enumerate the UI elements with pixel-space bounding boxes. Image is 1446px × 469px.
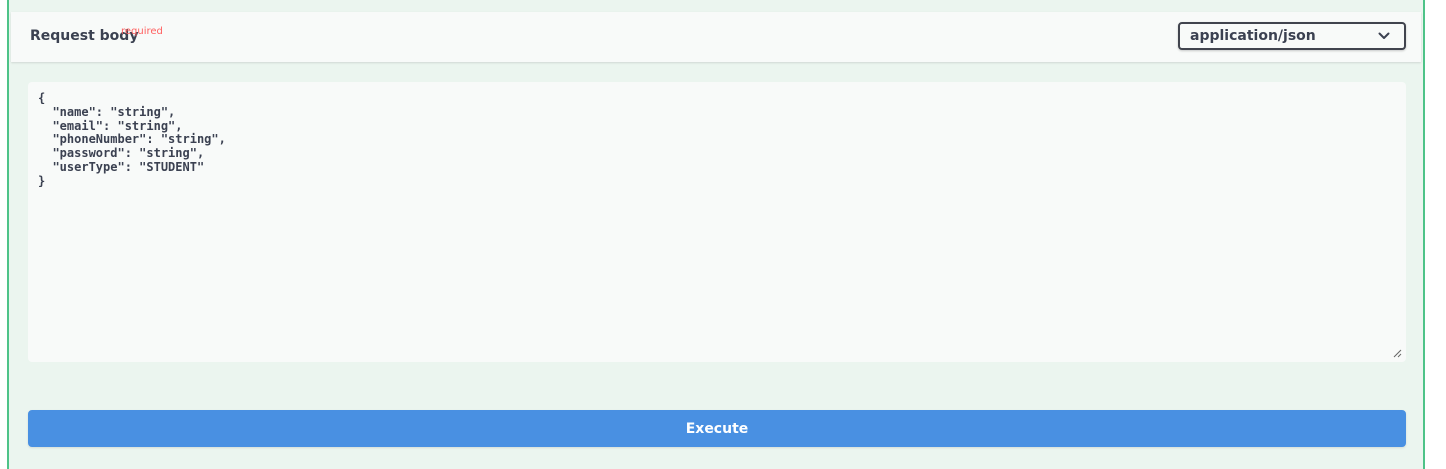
request-body-textarea[interactable]: { "name": "string", "email": "string", "…	[28, 82, 1406, 362]
resize-handle-icon[interactable]	[1392, 348, 1402, 358]
operation-panel: Request body required application/json {…	[7, 0, 1425, 469]
content-type-value: application/json	[1190, 28, 1316, 44]
request-body-json: { "name": "string", "email": "string", "…	[38, 91, 226, 188]
content-type-select[interactable]: application/json	[1178, 22, 1406, 50]
execute-button[interactable]: Execute	[28, 410, 1406, 447]
required-label: required	[121, 26, 163, 37]
request-body-header: Request body required application/json	[11, 12, 1421, 62]
chevron-down-icon	[1378, 32, 1390, 39]
